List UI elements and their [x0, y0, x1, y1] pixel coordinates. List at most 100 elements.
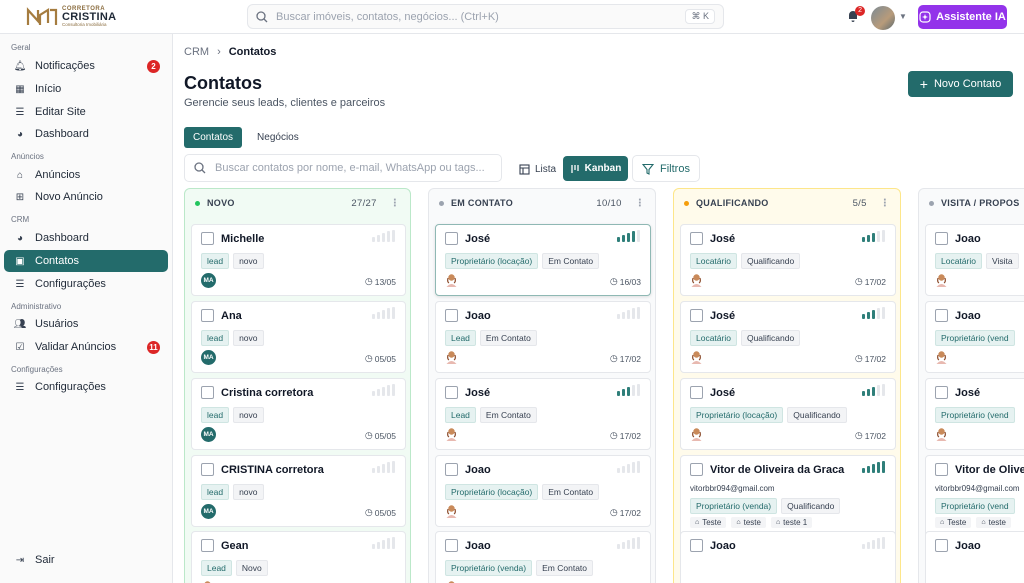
contact-name[interactable]: José — [955, 387, 980, 399]
contact-name[interactable]: José — [710, 310, 735, 322]
contact-name[interactable]: Joao — [710, 540, 736, 552]
contact-name[interactable]: Joao — [955, 233, 981, 245]
sidebar-section-geral: Geral — [11, 43, 31, 52]
card-checkbox[interactable] — [690, 232, 703, 245]
contact-card[interactable]: José Lead Em Contato ◷ 17/02 — [435, 378, 651, 450]
sidebar-item-notificacoes[interactable]: 🔔︎ Notificações 2 — [4, 55, 168, 77]
owner-avatar: MA — [201, 504, 216, 519]
contact-card[interactable]: Ana lead novo MA ◷ 05/05 — [191, 301, 406, 373]
card-checkbox[interactable] — [201, 463, 214, 476]
card-checkbox[interactable] — [935, 386, 948, 399]
pie-chart-icon: ◕ — [16, 232, 24, 244]
tab-contatos[interactable]: Contatos — [184, 127, 243, 148]
contact-card[interactable]: José Locatário Qualificando ◷ 17/02 — [680, 301, 896, 373]
contact-card[interactable]: Joao Proprietário (venda) Em Contato — [435, 531, 651, 583]
sidebar-item-dashboard[interactable]: ◕ Dashboard — [4, 123, 168, 145]
contact-name[interactable]: José — [710, 387, 735, 399]
contact-card[interactable]: Michelle lead novo MA ◷ 13/05 — [191, 224, 406, 296]
tag-badge: lead — [201, 407, 230, 423]
lead-score-icon — [371, 384, 395, 396]
contact-card[interactable]: Joao — [680, 531, 896, 583]
view-list-button[interactable]: Lista — [514, 157, 561, 181]
contact-card[interactable]: Gean Lead Novo — [191, 531, 406, 583]
card-date: ◷17/02 — [855, 276, 886, 287]
card-checkbox[interactable] — [445, 309, 458, 322]
contact-card[interactable]: Joao Proprietário (vend — [925, 301, 1024, 373]
new-contact-label: Novo Contato — [933, 78, 1002, 90]
card-checkbox[interactable] — [201, 232, 214, 245]
card-checkbox[interactable] — [690, 539, 703, 552]
chevron-down-icon[interactable]: ▼ — [899, 12, 907, 21]
sidebar-item-configuracoes[interactable]: ☰ Configurações — [4, 376, 168, 398]
card-checkbox[interactable] — [201, 309, 214, 322]
tag-badge: Locatário — [690, 253, 737, 269]
contact-name[interactable]: Joao — [465, 310, 491, 322]
contact-name[interactable]: Joao — [955, 540, 981, 552]
card-checkbox[interactable] — [445, 386, 458, 399]
card-checkbox[interactable] — [445, 539, 458, 552]
sidebar-item-editar-site[interactable]: ☰ Editar Site — [4, 101, 168, 123]
kebab-menu-icon[interactable]: ⋮ — [390, 198, 400, 209]
contacts-search-input[interactable]: Buscar contatos por nome, e-mail, WhatsA… — [184, 154, 502, 182]
card-checkbox[interactable] — [690, 463, 703, 476]
card-checkbox[interactable] — [445, 463, 458, 476]
contact-name[interactable]: Vitor de Olive — [955, 464, 1024, 476]
card-checkbox[interactable] — [935, 539, 948, 552]
sidebar-item-crm-configuracoes[interactable]: ☰ Configurações — [4, 273, 168, 295]
sidebar-item-anuncios[interactable]: ⌂ Anúncios — [4, 164, 168, 186]
card-tags: Proprietário (vend — [935, 498, 1015, 514]
user-avatar[interactable] — [871, 6, 895, 30]
contact-card[interactable]: Cristina corretora lead novo MA ◷ 05/05 — [191, 378, 406, 450]
card-checkbox[interactable] — [201, 539, 214, 552]
card-checkbox[interactable] — [935, 309, 948, 322]
global-search-input[interactable]: Buscar imóveis, contatos, negócios... (C… — [247, 4, 724, 29]
ai-assistant-button[interactable]: Assistente IA — [918, 5, 1007, 29]
logout-button[interactable]: ⇥ Sair — [4, 549, 168, 571]
contact-name[interactable]: Joao — [955, 310, 981, 322]
sidebar-item-usuarios[interactable]: 👥︎ Usuários — [4, 313, 168, 335]
contact-name[interactable]: CRISTINA corretora — [221, 464, 324, 476]
card-checkbox[interactable] — [935, 232, 948, 245]
card-checkbox[interactable] — [690, 309, 703, 322]
contact-card[interactable]: Joao — [925, 531, 1024, 583]
breadcrumb-root[interactable]: CRM — [184, 46, 209, 58]
contact-name[interactable]: José — [465, 233, 490, 245]
contact-name[interactable]: Joao — [465, 464, 491, 476]
contact-name[interactable]: Gean — [221, 540, 249, 552]
contact-card[interactable]: Joao Locatário Visita — [925, 224, 1024, 296]
sidebar-item-label: Configurações — [35, 278, 106, 290]
contact-name[interactable]: Vitor de Oliveira da Graca — [710, 464, 844, 476]
kebab-menu-icon[interactable]: ⋮ — [635, 198, 645, 209]
contact-name[interactable]: Cristina corretora — [221, 387, 313, 399]
card-checkbox[interactable] — [201, 386, 214, 399]
card-checkbox[interactable] — [935, 463, 948, 476]
contact-name[interactable]: Michelle — [221, 233, 264, 245]
contact-card[interactable]: Joao Proprietário (locação) Em Contato ◷ 17/… — [435, 455, 651, 527]
contact-card[interactable]: José Proprietário (locação) Qualificando ◷ 1… — [680, 378, 896, 450]
filters-button[interactable]: Filtros — [632, 155, 700, 182]
card-date: ◷17/02 — [610, 353, 641, 364]
card-checkbox[interactable] — [445, 232, 458, 245]
view-kanban-button[interactable]: Kanban — [563, 156, 628, 181]
brand-logo[interactable]: CORRETORA CRISTINA Consultoria Imobiliár… — [26, 6, 116, 28]
card-tags: Proprietário (locação) Em Contato — [445, 484, 600, 500]
sidebar-item-crm-dashboard[interactable]: ◕ Dashboard — [4, 227, 168, 249]
sidebar-item-novo-anuncio[interactable]: ⊞ Novo Anúncio — [4, 186, 168, 208]
new-contact-button[interactable]: + Novo Contato — [908, 71, 1013, 97]
sidebar-item-inicio[interactable]: ▦ Início — [4, 78, 168, 100]
contact-card[interactable]: José Proprietário (vend — [925, 378, 1024, 450]
sidebar-item-validar-anuncios[interactable]: ☑ Validar Anúncios 11 — [4, 336, 168, 358]
contact-card[interactable]: CRISTINA corretora lead novo MA ◷ 05/05 — [191, 455, 406, 527]
sidebar-item-contatos[interactable]: ▣ Contatos — [4, 250, 168, 272]
card-checkbox[interactable] — [690, 386, 703, 399]
contact-card[interactable]: Joao Lead Em Contato ◷ 17/02 — [435, 301, 651, 373]
tab-negocios[interactable]: Negócios — [248, 127, 308, 148]
contact-card[interactable]: José Proprietário (locação) Em Contato ◷ 16/… — [435, 224, 651, 296]
contact-name[interactable]: Ana — [221, 310, 242, 322]
contact-name[interactable]: José — [710, 233, 735, 245]
notifications-button[interactable]: 2 — [846, 6, 865, 25]
contact-name[interactable]: Joao — [465, 540, 491, 552]
contact-card[interactable]: José Locatário Qualificando ◷ 17/02 — [680, 224, 896, 296]
kebab-menu-icon[interactable]: ⋮ — [880, 198, 890, 209]
contact-name[interactable]: José — [465, 387, 490, 399]
